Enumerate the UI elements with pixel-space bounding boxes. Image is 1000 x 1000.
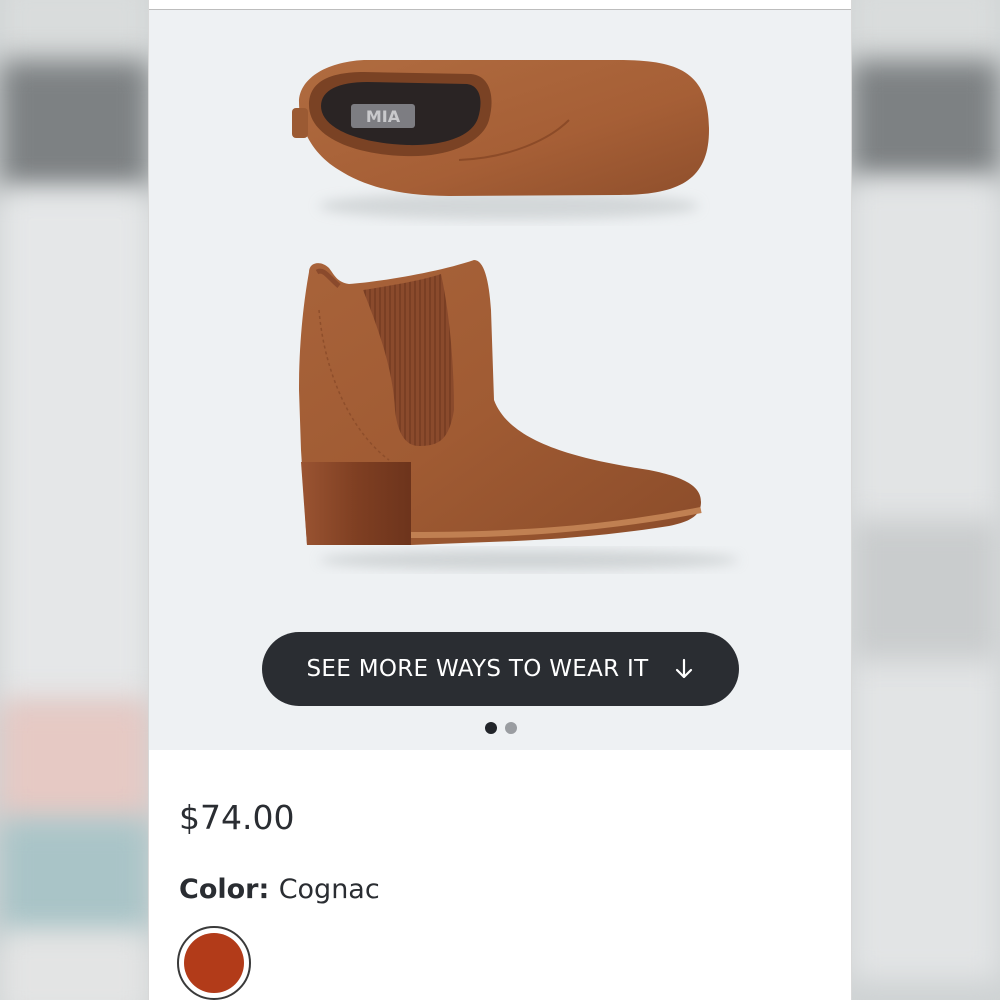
product-panel: MIA SEE MORE WAYS TO WEAR IT $74.00 Colo… [148, 0, 852, 1000]
carousel-dot-1[interactable] [485, 722, 497, 734]
see-more-ways-label: SEE MORE WAYS TO WEAR IT [306, 656, 649, 682]
boot-brand-text: MIA [366, 107, 401, 126]
color-swatch-cognac[interactable] [177, 926, 251, 1000]
color-label: Color: [179, 874, 279, 905]
product-price: $74.00 [179, 798, 295, 837]
arrow-down-icon [676, 658, 693, 679]
carousel-dot-2[interactable] [505, 722, 517, 734]
see-more-ways-button[interactable]: SEE MORE WAYS TO WEAR IT [262, 632, 739, 706]
blurred-backdrop-left [0, 0, 150, 1000]
swatch-fill [184, 933, 244, 993]
product-gallery[interactable]: MIA SEE MORE WAYS TO WEAR IT [149, 10, 852, 750]
product-image[interactable]: MIA [149, 10, 852, 630]
color-value: Cognac [278, 874, 380, 905]
blurred-backdrop-right [850, 0, 1000, 1000]
color-row: Color: Cognac [179, 874, 380, 905]
carousel-dots [149, 722, 851, 734]
